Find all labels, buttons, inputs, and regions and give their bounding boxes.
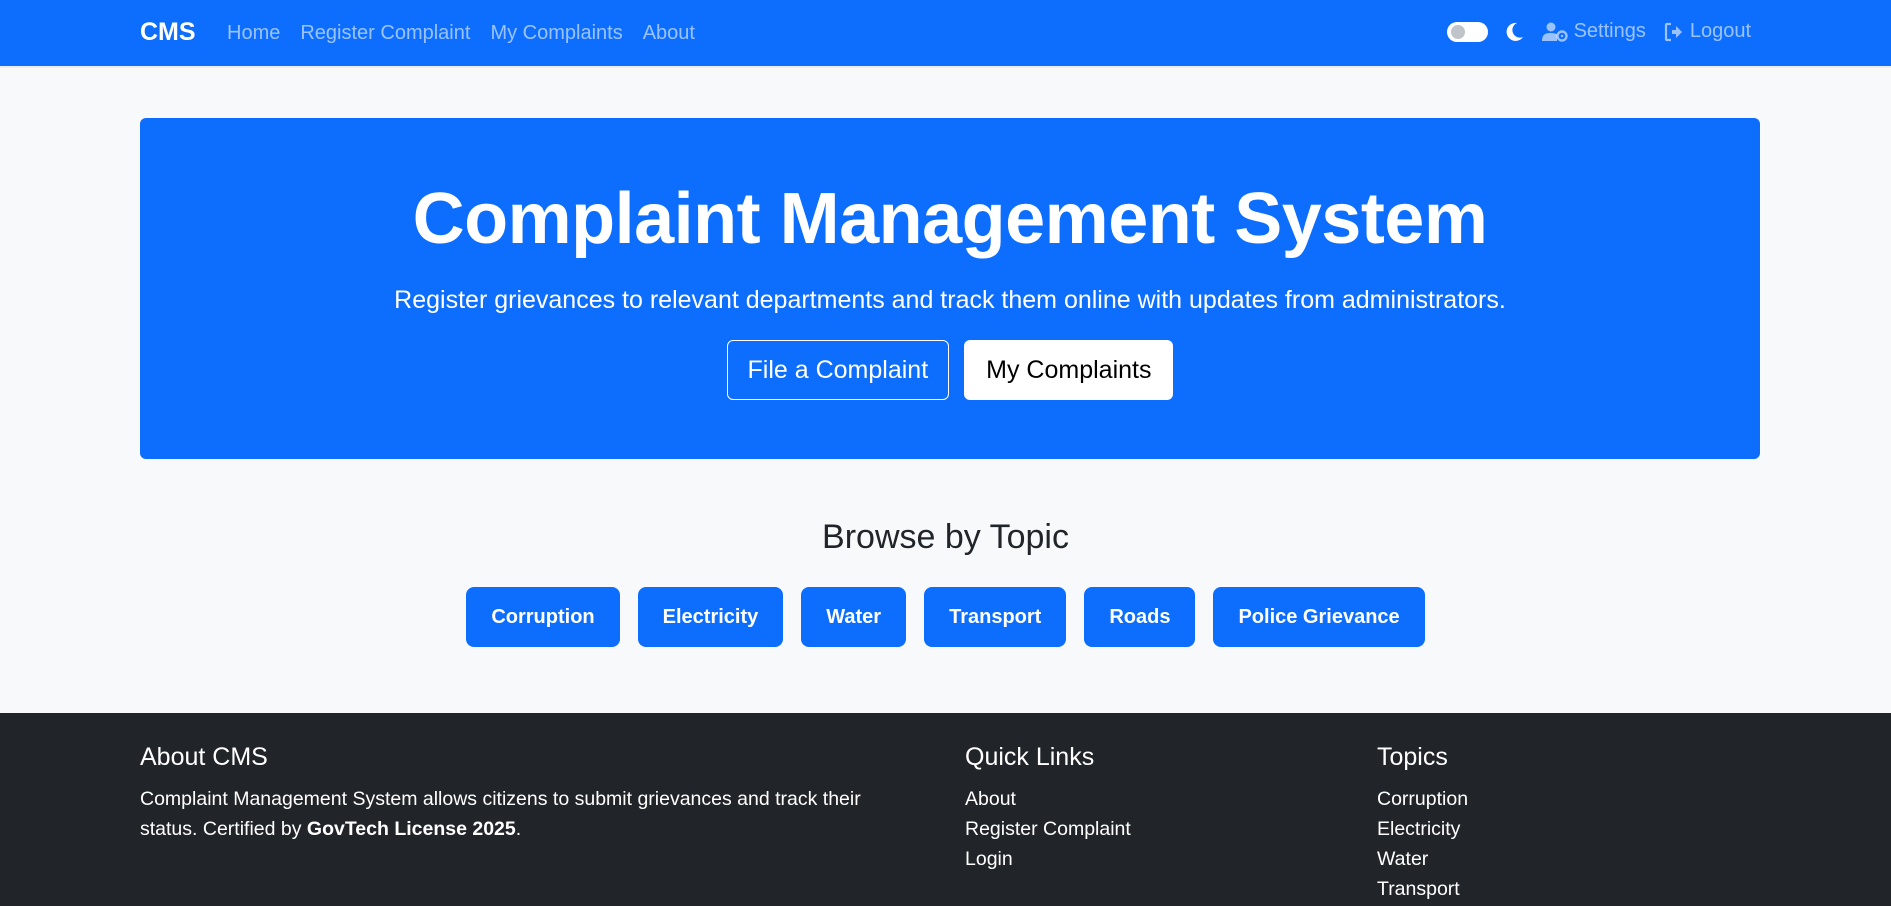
my-complaints-button[interactable]: My Complaints xyxy=(964,340,1174,400)
footer-quick-links: Quick Links About Register Complaint Log… xyxy=(965,743,1131,874)
footer-about-text: Complaint Management System allows citiz… xyxy=(140,784,900,844)
browse-topics-heading: Browse by Topic xyxy=(822,518,1069,556)
nav-right: Settings Logout xyxy=(1446,20,1751,43)
settings-label: Settings xyxy=(1573,20,1646,42)
topic-buttons: Corruption Electricity Water Transport R… xyxy=(0,587,1891,647)
logout-label: Logout xyxy=(1689,20,1751,42)
footer-topic-electricity[interactable]: Electricity xyxy=(1377,814,1468,844)
footer-quick-links-title: Quick Links xyxy=(965,743,1095,771)
footer-link-register-complaint[interactable]: Register Complaint xyxy=(965,814,1131,844)
topic-police-grievance-button[interactable]: Police Grievance xyxy=(1213,587,1425,647)
footer-topics: Topics Corruption Electricity Water Tran… xyxy=(1377,743,1468,904)
footer-about-text-after: . xyxy=(515,818,522,840)
footer-link-about[interactable]: About xyxy=(965,784,1131,814)
logout-link[interactable]: Logout xyxy=(1664,20,1751,43)
footer-about-title: About CMS xyxy=(140,743,268,771)
nav-link-register-complaint[interactable]: Register Complaint xyxy=(300,22,470,45)
nav-link-home[interactable]: Home xyxy=(227,22,280,45)
toggle-knob xyxy=(1450,24,1465,39)
footer: About CMS Complaint Management System al… xyxy=(0,713,1891,906)
file-complaint-button[interactable]: File a Complaint xyxy=(726,340,950,400)
footer-topic-corruption[interactable]: Corruption xyxy=(1377,784,1468,814)
topic-water-button[interactable]: Water xyxy=(801,587,907,647)
hero-banner: Complaint Management System Register gri… xyxy=(140,118,1760,459)
hero-subtitle: Register grievances to relevant departme… xyxy=(394,286,1506,314)
nav-links: Home Register Complaint My Complaints Ab… xyxy=(227,22,695,45)
topic-corruption-button[interactable]: Corruption xyxy=(466,587,620,647)
footer-about: About CMS Complaint Management System al… xyxy=(140,743,900,844)
theme-toggle[interactable] xyxy=(1446,21,1488,42)
topic-roads-button[interactable]: Roads xyxy=(1084,587,1196,647)
navbar: CMS Home Register Complaint My Complaint… xyxy=(0,0,1891,68)
topic-transport-button[interactable]: Transport xyxy=(924,587,1067,647)
hero-title: Complaint Management System xyxy=(412,179,1488,259)
footer-topic-water[interactable]: Water xyxy=(1377,844,1468,874)
nav-link-my-complaints[interactable]: My Complaints xyxy=(490,22,622,45)
footer-topic-transport[interactable]: Transport xyxy=(1377,874,1468,904)
brand-logo[interactable]: CMS xyxy=(140,18,196,47)
settings-link[interactable]: Settings xyxy=(1541,20,1646,43)
topic-electricity-button[interactable]: Electricity xyxy=(637,587,784,647)
nav-link-about[interactable]: About xyxy=(643,22,695,45)
moon-icon xyxy=(1506,22,1524,42)
hero-buttons: File a Complaint My Complaints xyxy=(140,340,1760,400)
footer-topics-title: Topics xyxy=(1377,743,1448,771)
footer-license: GovTech License 2025 xyxy=(306,818,516,840)
logout-icon xyxy=(1664,22,1684,42)
user-gear-icon xyxy=(1541,22,1568,42)
footer-link-login[interactable]: Login xyxy=(965,844,1131,874)
